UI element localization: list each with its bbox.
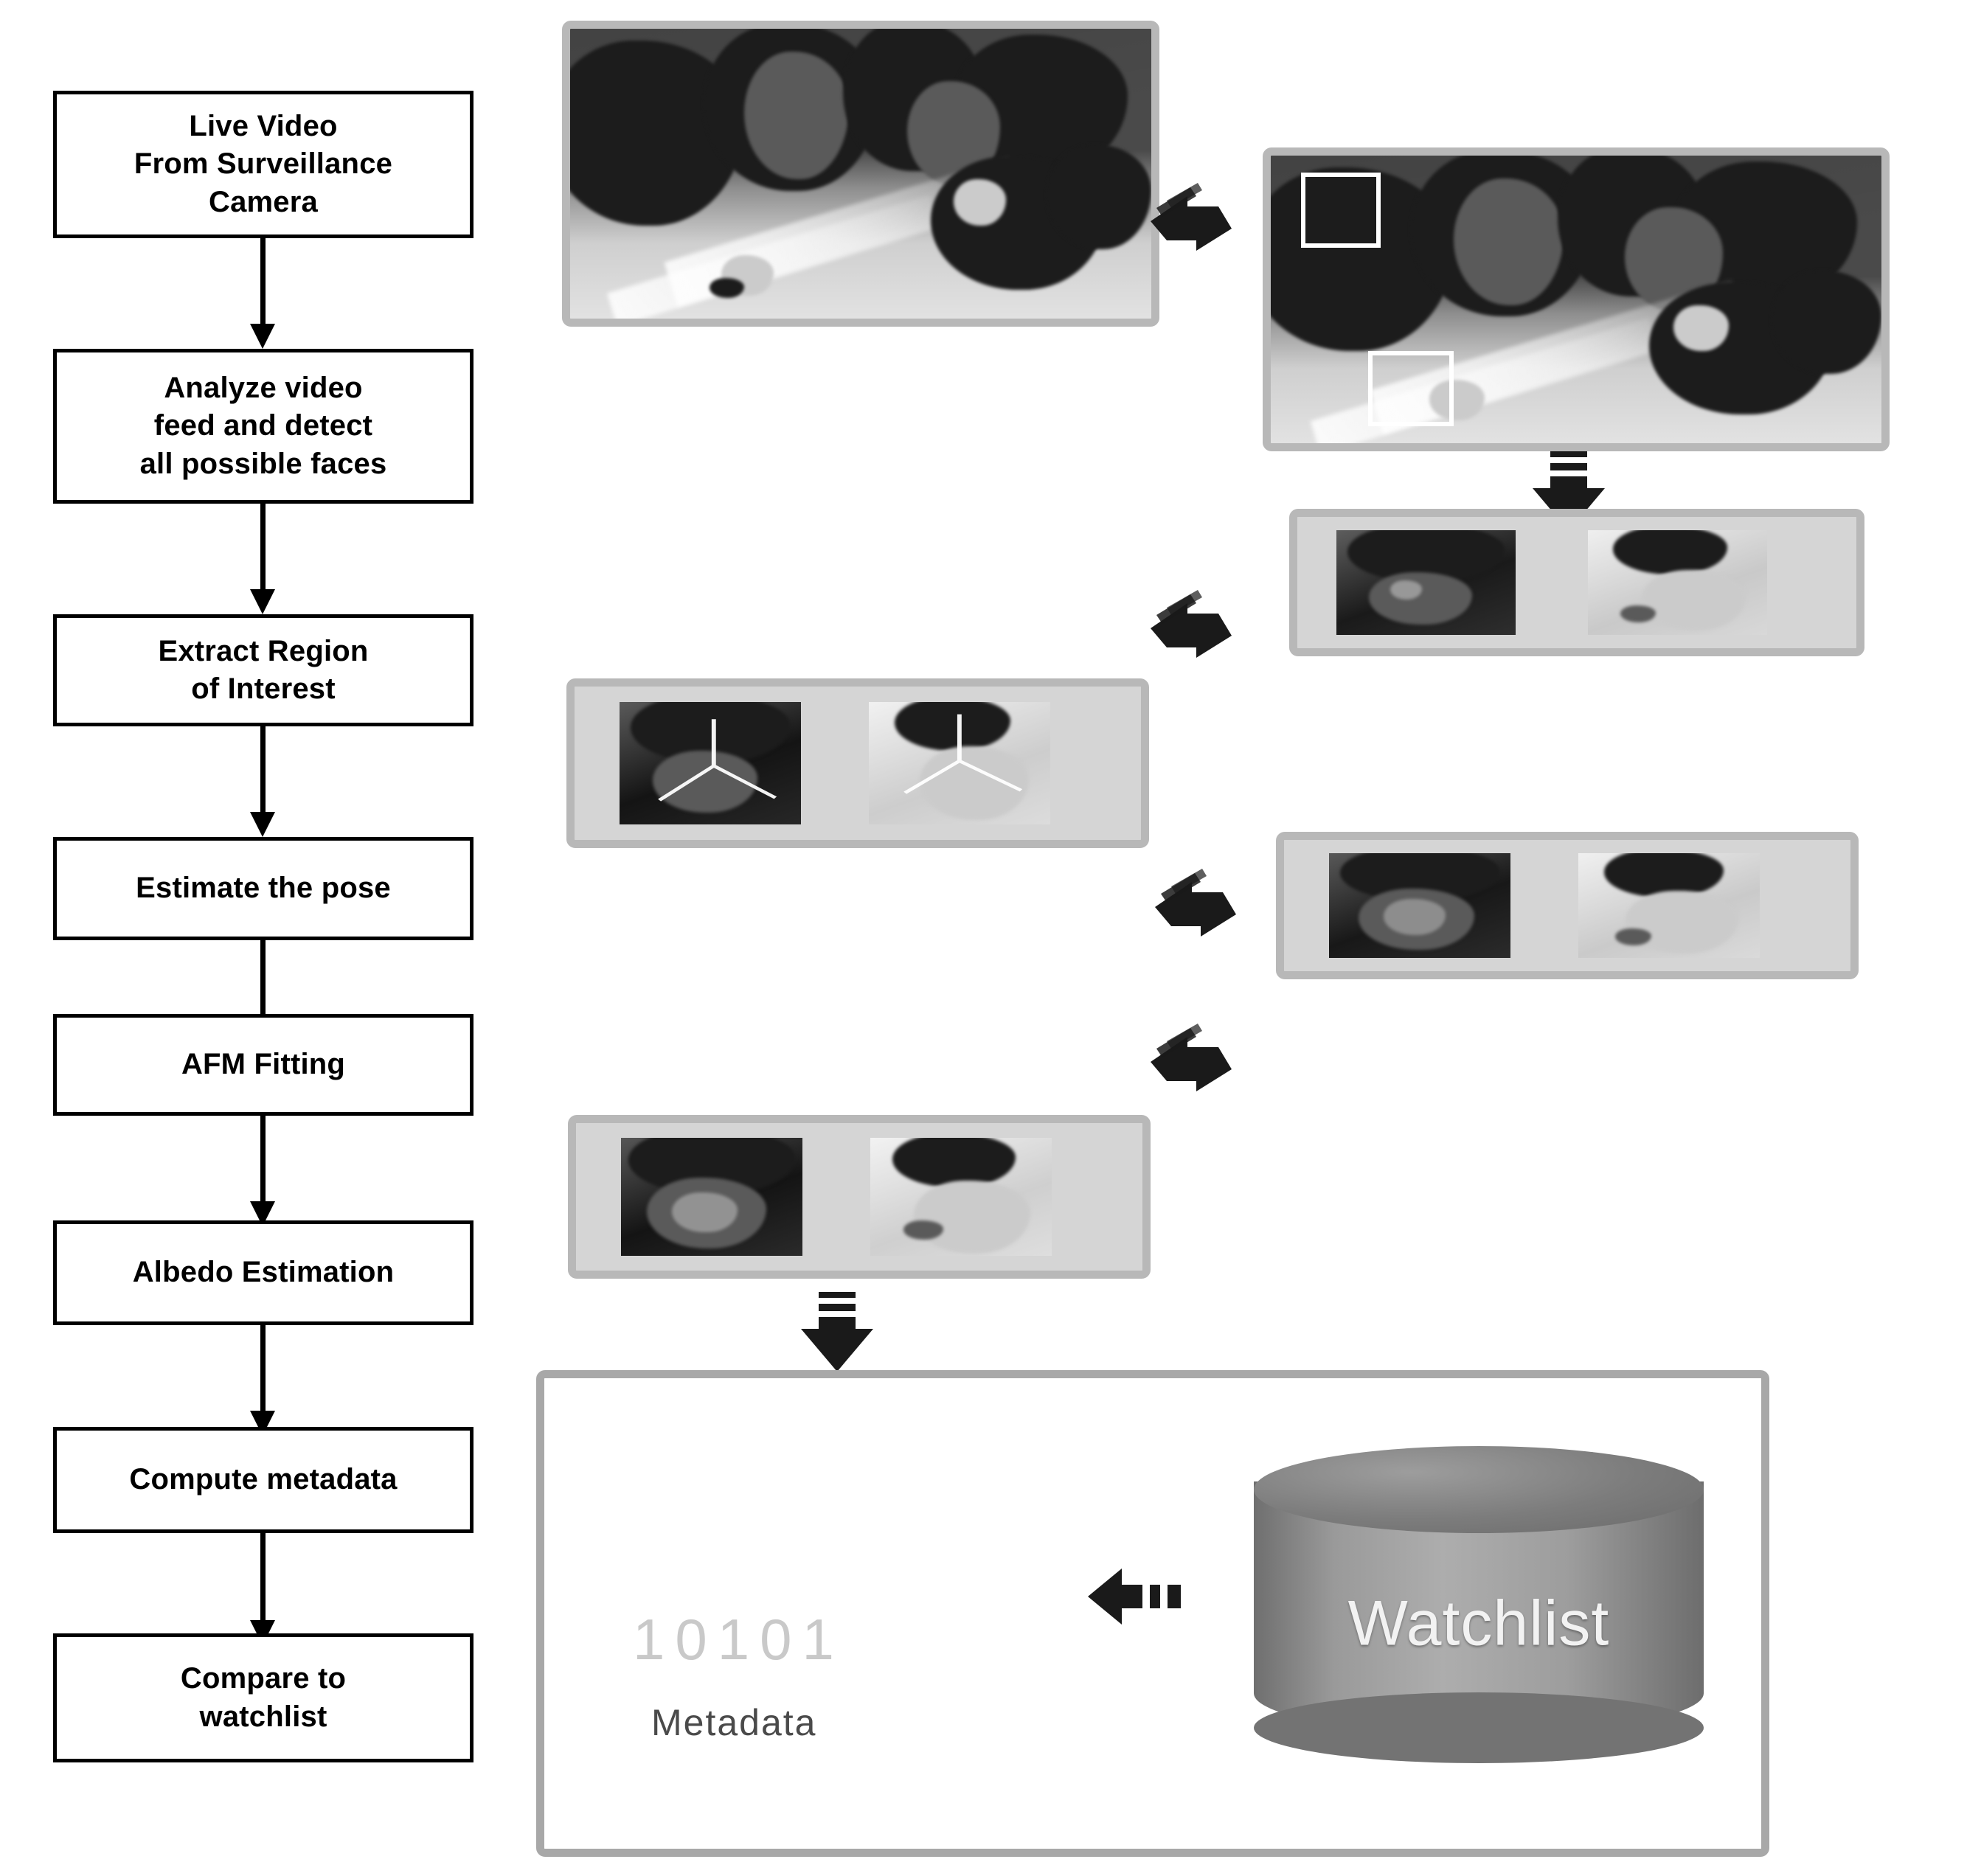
metadata-binary-rows: 10101 10111 10011 <box>633 1431 844 1849</box>
flow-step-extract-roi[interactable]: Extract Region of Interest <box>53 614 473 726</box>
flow-step-compute-metadata[interactable]: Compute metadata <box>53 1427 473 1533</box>
pose-face-crop-1 <box>620 701 802 825</box>
flow-step-albedo-estimation[interactable]: Albedo Estimation <box>53 1220 473 1325</box>
flow-step-estimate-pose-label: Estimate the pose <box>136 872 391 905</box>
flow-step-compare-watchlist[interactable]: Compare to watchlist <box>53 1633 473 1762</box>
metadata-watchlist-content: 10101 10111 10011 Metadata <box>544 1378 1761 1849</box>
flow-step-analyze-video-label: Analyze video feed and detect all possible… <box>139 372 387 480</box>
panel-albedo-crops[interactable] <box>568 1115 1151 1279</box>
face-detection-box-1 <box>1301 173 1381 248</box>
flow-arrow-3 <box>248 726 277 837</box>
flow-step-live-video[interactable]: Live Video From Surveillance Camera <box>53 91 473 238</box>
pose-axis-overlay-1 <box>658 719 777 802</box>
arrow-diagonal-afm-icon <box>1149 869 1245 950</box>
watchlist-database-icon[interactable]: Watchlist <box>1254 1446 1704 1763</box>
roi-face-crop-1 <box>1336 529 1516 636</box>
panel-raw-frame[interactable] <box>562 21 1159 327</box>
afm-face-crop-1 <box>1329 852 1511 959</box>
afm-face-crop-2 <box>1578 852 1760 959</box>
flow-step-albedo-estimation-label: Albedo Estimation <box>132 1256 395 1289</box>
flow-step-extract-roi-label: Extract Region of Interest <box>158 634 369 705</box>
pose-estimation-image <box>575 687 1141 840</box>
raw-frame-image <box>570 29 1151 319</box>
panel-metadata-watchlist[interactable]: 10101 10111 10011 Metadata <box>536 1370 1769 1857</box>
roi-face-crop-2 <box>1588 529 1767 636</box>
flow-arrow-6 <box>248 1325 277 1436</box>
panel-detected-faces-frame[interactable] <box>1263 147 1890 451</box>
panel-afm-fitting-crops[interactable] <box>1276 832 1859 979</box>
metadata-binary-row-1: 10101 <box>633 1607 844 1672</box>
albedo-crops-image <box>576 1123 1142 1271</box>
detected-faces-image <box>1271 156 1881 443</box>
arrow-diagonal-pose-icon <box>1145 590 1241 671</box>
panel-pose-estimation-crops[interactable] <box>566 678 1149 848</box>
panel-roi-crops[interactable] <box>1289 509 1864 656</box>
watchlist-database-label: Watchlist <box>1347 1588 1610 1659</box>
arrow-left-compare-icon <box>1088 1563 1195 1630</box>
albedo-face-crop-2 <box>870 1138 1052 1256</box>
flow-step-afm-fitting[interactable]: AFM Fitting <box>53 1014 473 1116</box>
metadata-binary-row-2: 10111 <box>633 1848 844 1849</box>
flow-step-analyze-video[interactable]: Analyze video feed and detect all possible… <box>53 349 473 504</box>
arrow-diagonal-albedo-icon <box>1145 1024 1241 1105</box>
diagram-canvas: Live Video From Surveillance Camera Analyz… <box>0 0 1967 1876</box>
flow-arrow-5 <box>248 1116 277 1226</box>
flow-step-compare-watchlist-label: Compare to watchlist <box>180 1662 347 1733</box>
face-detection-box-2 <box>1368 351 1454 426</box>
flow-step-afm-fitting-label: AFM Fitting <box>181 1048 346 1081</box>
arrow-down-metadata-icon <box>797 1292 878 1375</box>
flow-arrow-2 <box>248 504 277 614</box>
roi-crops-image <box>1297 517 1856 648</box>
arrow-diagonal-detect-icon <box>1145 183 1241 264</box>
flow-step-estimate-pose[interactable]: Estimate the pose <box>53 837 473 940</box>
flow-arrow-7 <box>248 1533 277 1645</box>
pose-face-crop-2 <box>869 701 1051 825</box>
pose-axis-overlay-2 <box>903 714 1023 794</box>
flow-step-compute-metadata-label: Compute metadata <box>129 1463 398 1496</box>
afm-fitting-image <box>1284 840 1850 971</box>
metadata-caption: Metadata <box>651 1702 817 1743</box>
flow-step-live-video-label: Live Video From Surveillance Camera <box>133 110 393 218</box>
flow-arrow-1 <box>248 238 277 349</box>
albedo-face-crop-1 <box>621 1138 803 1256</box>
